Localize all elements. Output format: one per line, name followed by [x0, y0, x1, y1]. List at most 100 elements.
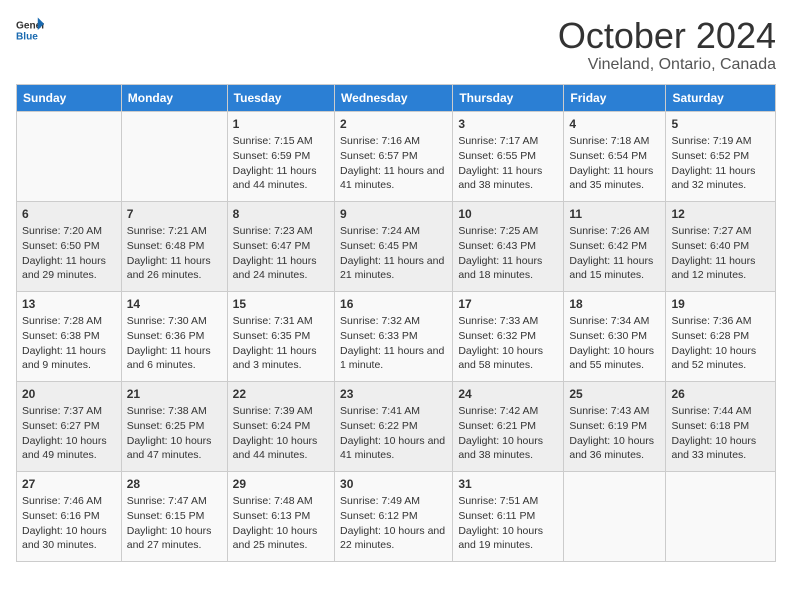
day-number: 27 — [22, 476, 116, 493]
calendar-cell: 27Sunrise: 7:46 AM Sunset: 6:16 PM Dayli… — [17, 471, 122, 561]
day-number: 21 — [127, 386, 222, 403]
day-number: 3 — [458, 116, 558, 133]
day-number: 30 — [340, 476, 447, 493]
day-number: 15 — [233, 296, 329, 313]
day-info: Sunrise: 7:20 AM Sunset: 6:50 PM Dayligh… — [22, 224, 116, 283]
day-info: Sunrise: 7:41 AM Sunset: 6:22 PM Dayligh… — [340, 404, 447, 463]
calendar-cell — [121, 111, 227, 201]
calendar-week-1: 1Sunrise: 7:15 AM Sunset: 6:59 PM Daylig… — [17, 111, 776, 201]
calendar-cell — [564, 471, 666, 561]
day-info: Sunrise: 7:28 AM Sunset: 6:38 PM Dayligh… — [22, 314, 116, 373]
day-number: 11 — [569, 206, 660, 223]
calendar-cell: 13Sunrise: 7:28 AM Sunset: 6:38 PM Dayli… — [17, 291, 122, 381]
day-info: Sunrise: 7:16 AM Sunset: 6:57 PM Dayligh… — [340, 134, 447, 193]
calendar-cell: 19Sunrise: 7:36 AM Sunset: 6:28 PM Dayli… — [666, 291, 776, 381]
calendar-cell: 20Sunrise: 7:37 AM Sunset: 6:27 PM Dayli… — [17, 381, 122, 471]
calendar-cell: 21Sunrise: 7:38 AM Sunset: 6:25 PM Dayli… — [121, 381, 227, 471]
calendar-cell: 17Sunrise: 7:33 AM Sunset: 6:32 PM Dayli… — [453, 291, 564, 381]
day-info: Sunrise: 7:37 AM Sunset: 6:27 PM Dayligh… — [22, 404, 116, 463]
svg-text:Blue: Blue — [16, 31, 38, 42]
calendar-cell: 31Sunrise: 7:51 AM Sunset: 6:11 PM Dayli… — [453, 471, 564, 561]
day-info: Sunrise: 7:24 AM Sunset: 6:45 PM Dayligh… — [340, 224, 447, 283]
day-info: Sunrise: 7:42 AM Sunset: 6:21 PM Dayligh… — [458, 404, 558, 463]
calendar-cell: 9Sunrise: 7:24 AM Sunset: 6:45 PM Daylig… — [335, 201, 453, 291]
calendar-cell — [17, 111, 122, 201]
column-header-sunday: Sunday — [17, 84, 122, 111]
calendar-cell: 1Sunrise: 7:15 AM Sunset: 6:59 PM Daylig… — [227, 111, 334, 201]
calendar-cell: 2Sunrise: 7:16 AM Sunset: 6:57 PM Daylig… — [335, 111, 453, 201]
calendar-cell: 8Sunrise: 7:23 AM Sunset: 6:47 PM Daylig… — [227, 201, 334, 291]
title-block: October 2024 Vineland, Ontario, Canada — [558, 16, 776, 74]
day-info: Sunrise: 7:26 AM Sunset: 6:42 PM Dayligh… — [569, 224, 660, 283]
day-info: Sunrise: 7:21 AM Sunset: 6:48 PM Dayligh… — [127, 224, 222, 283]
day-number: 8 — [233, 206, 329, 223]
calendar-cell: 16Sunrise: 7:32 AM Sunset: 6:33 PM Dayli… — [335, 291, 453, 381]
calendar-cell: 10Sunrise: 7:25 AM Sunset: 6:43 PM Dayli… — [453, 201, 564, 291]
day-number: 23 — [340, 386, 447, 403]
calendar-cell: 4Sunrise: 7:18 AM Sunset: 6:54 PM Daylig… — [564, 111, 666, 201]
calendar-cell: 12Sunrise: 7:27 AM Sunset: 6:40 PM Dayli… — [666, 201, 776, 291]
day-info: Sunrise: 7:47 AM Sunset: 6:15 PM Dayligh… — [127, 494, 222, 553]
day-info: Sunrise: 7:23 AM Sunset: 6:47 PM Dayligh… — [233, 224, 329, 283]
page-header: General Blue October 2024 Vineland, Onta… — [16, 16, 776, 74]
calendar-cell: 23Sunrise: 7:41 AM Sunset: 6:22 PM Dayli… — [335, 381, 453, 471]
logo-icon: General Blue — [16, 16, 44, 44]
calendar-body: 1Sunrise: 7:15 AM Sunset: 6:59 PM Daylig… — [17, 111, 776, 561]
calendar-header-row: SundayMondayTuesdayWednesdayThursdayFrid… — [17, 84, 776, 111]
day-info: Sunrise: 7:49 AM Sunset: 6:12 PM Dayligh… — [340, 494, 447, 553]
calendar-cell: 18Sunrise: 7:34 AM Sunset: 6:30 PM Dayli… — [564, 291, 666, 381]
day-info: Sunrise: 7:19 AM Sunset: 6:52 PM Dayligh… — [671, 134, 770, 193]
calendar-cell: 5Sunrise: 7:19 AM Sunset: 6:52 PM Daylig… — [666, 111, 776, 201]
calendar-cell: 26Sunrise: 7:44 AM Sunset: 6:18 PM Dayli… — [666, 381, 776, 471]
day-number: 9 — [340, 206, 447, 223]
day-number: 6 — [22, 206, 116, 223]
column-header-monday: Monday — [121, 84, 227, 111]
day-number: 2 — [340, 116, 447, 133]
day-number: 26 — [671, 386, 770, 403]
column-header-thursday: Thursday — [453, 84, 564, 111]
calendar-week-3: 13Sunrise: 7:28 AM Sunset: 6:38 PM Dayli… — [17, 291, 776, 381]
calendar-week-5: 27Sunrise: 7:46 AM Sunset: 6:16 PM Dayli… — [17, 471, 776, 561]
day-info: Sunrise: 7:18 AM Sunset: 6:54 PM Dayligh… — [569, 134, 660, 193]
calendar-week-4: 20Sunrise: 7:37 AM Sunset: 6:27 PM Dayli… — [17, 381, 776, 471]
calendar-week-2: 6Sunrise: 7:20 AM Sunset: 6:50 PM Daylig… — [17, 201, 776, 291]
day-number: 7 — [127, 206, 222, 223]
column-header-wednesday: Wednesday — [335, 84, 453, 111]
calendar-cell: 15Sunrise: 7:31 AM Sunset: 6:35 PM Dayli… — [227, 291, 334, 381]
day-number: 4 — [569, 116, 660, 133]
day-number: 12 — [671, 206, 770, 223]
day-info: Sunrise: 7:36 AM Sunset: 6:28 PM Dayligh… — [671, 314, 770, 373]
day-info: Sunrise: 7:51 AM Sunset: 6:11 PM Dayligh… — [458, 494, 558, 553]
day-info: Sunrise: 7:39 AM Sunset: 6:24 PM Dayligh… — [233, 404, 329, 463]
calendar-cell: 29Sunrise: 7:48 AM Sunset: 6:13 PM Dayli… — [227, 471, 334, 561]
calendar-cell: 6Sunrise: 7:20 AM Sunset: 6:50 PM Daylig… — [17, 201, 122, 291]
day-number: 1 — [233, 116, 329, 133]
day-info: Sunrise: 7:15 AM Sunset: 6:59 PM Dayligh… — [233, 134, 329, 193]
column-header-tuesday: Tuesday — [227, 84, 334, 111]
logo: General Blue — [16, 16, 44, 44]
calendar-cell: 3Sunrise: 7:17 AM Sunset: 6:55 PM Daylig… — [453, 111, 564, 201]
day-number: 22 — [233, 386, 329, 403]
day-number: 24 — [458, 386, 558, 403]
calendar-cell: 14Sunrise: 7:30 AM Sunset: 6:36 PM Dayli… — [121, 291, 227, 381]
day-info: Sunrise: 7:31 AM Sunset: 6:35 PM Dayligh… — [233, 314, 329, 373]
day-info: Sunrise: 7:48 AM Sunset: 6:13 PM Dayligh… — [233, 494, 329, 553]
day-info: Sunrise: 7:27 AM Sunset: 6:40 PM Dayligh… — [671, 224, 770, 283]
day-info: Sunrise: 7:25 AM Sunset: 6:43 PM Dayligh… — [458, 224, 558, 283]
day-info: Sunrise: 7:44 AM Sunset: 6:18 PM Dayligh… — [671, 404, 770, 463]
calendar-table: SundayMondayTuesdayWednesdayThursdayFrid… — [16, 84, 776, 562]
column-header-saturday: Saturday — [666, 84, 776, 111]
day-info: Sunrise: 7:43 AM Sunset: 6:19 PM Dayligh… — [569, 404, 660, 463]
calendar-cell: 11Sunrise: 7:26 AM Sunset: 6:42 PM Dayli… — [564, 201, 666, 291]
calendar-cell: 22Sunrise: 7:39 AM Sunset: 6:24 PM Dayli… — [227, 381, 334, 471]
day-number: 5 — [671, 116, 770, 133]
calendar-cell: 24Sunrise: 7:42 AM Sunset: 6:21 PM Dayli… — [453, 381, 564, 471]
day-number: 17 — [458, 296, 558, 313]
day-number: 28 — [127, 476, 222, 493]
day-info: Sunrise: 7:46 AM Sunset: 6:16 PM Dayligh… — [22, 494, 116, 553]
day-info: Sunrise: 7:33 AM Sunset: 6:32 PM Dayligh… — [458, 314, 558, 373]
day-number: 25 — [569, 386, 660, 403]
day-info: Sunrise: 7:34 AM Sunset: 6:30 PM Dayligh… — [569, 314, 660, 373]
day-number: 14 — [127, 296, 222, 313]
calendar-cell: 7Sunrise: 7:21 AM Sunset: 6:48 PM Daylig… — [121, 201, 227, 291]
